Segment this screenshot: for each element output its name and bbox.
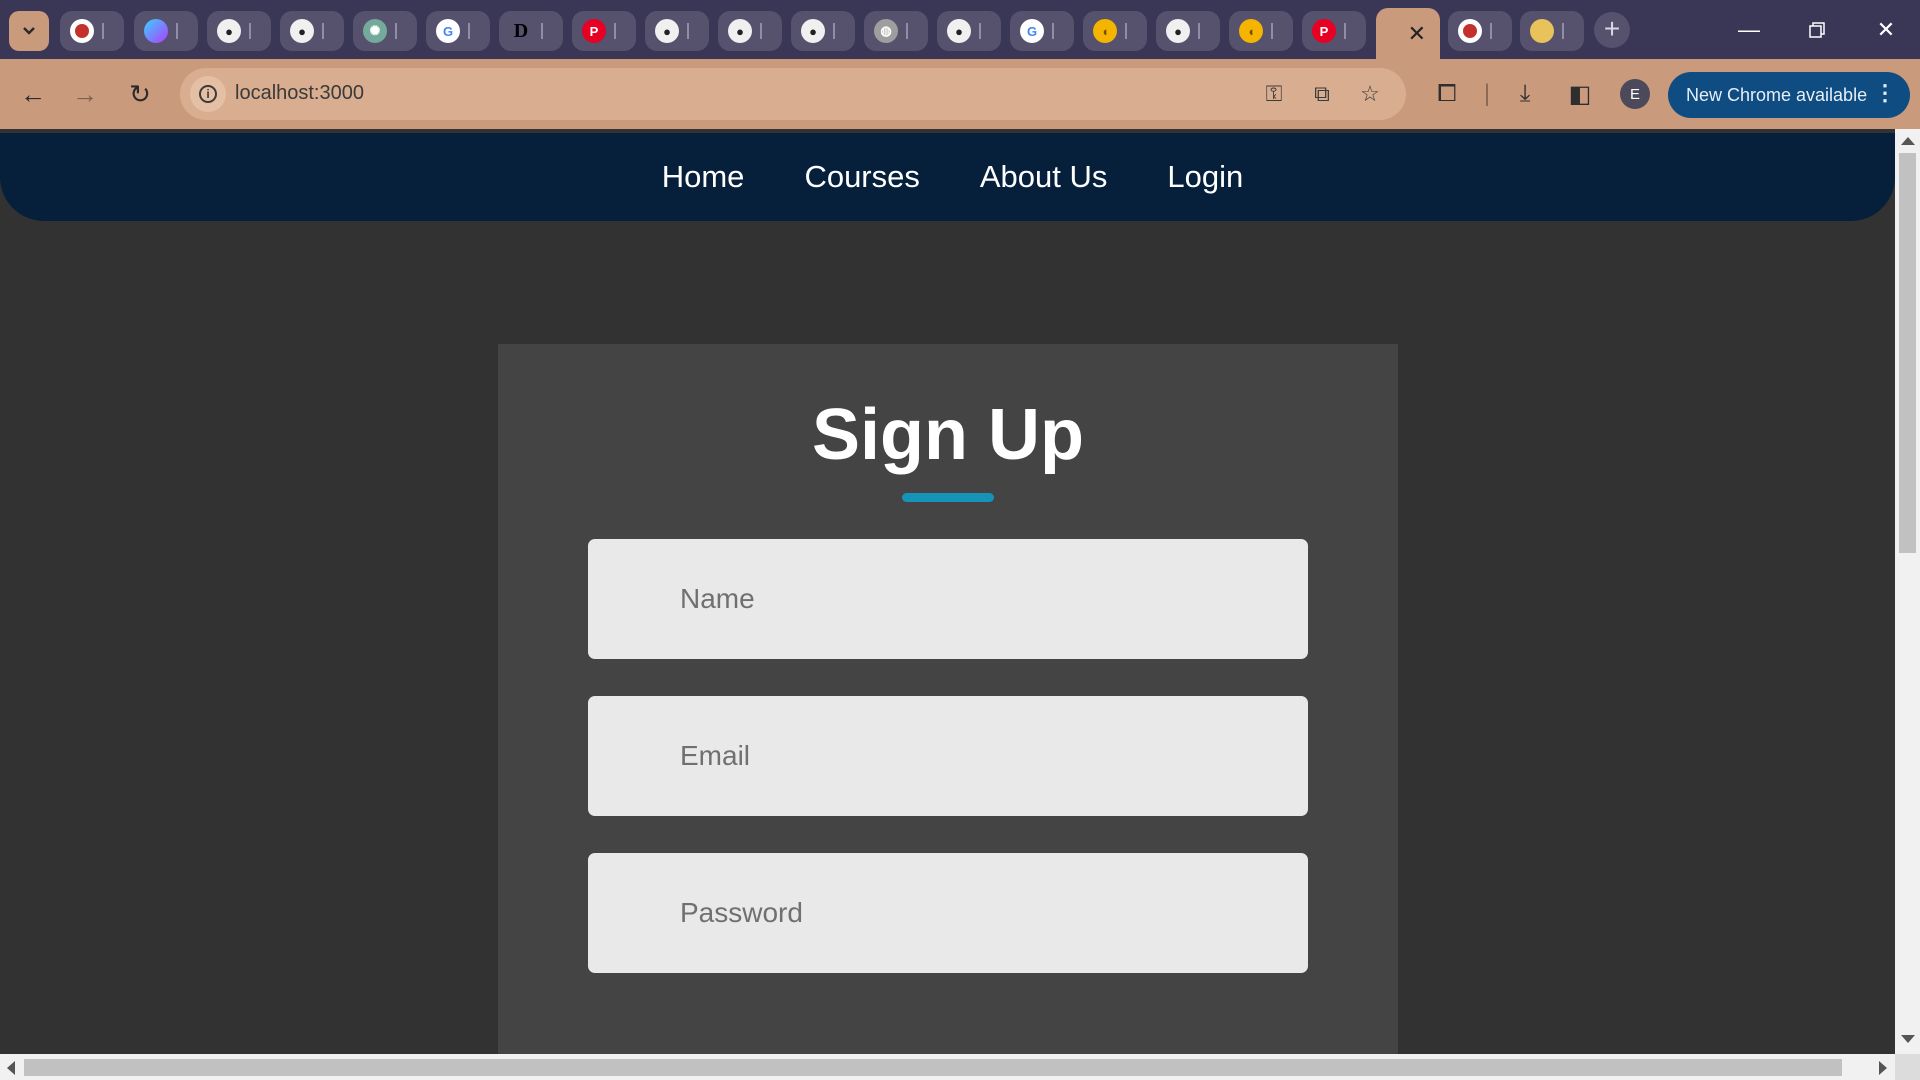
browser-tab[interactable]: ●: [937, 11, 1001, 51]
browser-tab[interactable]: ●: [207, 11, 271, 51]
close-icon[interactable]: ✕: [1408, 21, 1426, 47]
browser-tab[interactable]: D: [499, 11, 563, 51]
restore-button[interactable]: [1783, 0, 1851, 59]
shield-icon: [144, 19, 168, 43]
email-field: [588, 696, 1308, 816]
profile-avatar[interactable]: E: [1620, 79, 1650, 109]
browser-tab[interactable]: ◍: [864, 11, 928, 51]
nav-link-home[interactable]: Home: [662, 159, 745, 195]
github-icon: ●: [947, 19, 971, 43]
back-button[interactable]: ←: [14, 75, 52, 113]
browser-tab[interactable]: G: [426, 11, 490, 51]
pinterest-icon: P: [582, 19, 606, 43]
update-chrome-label: New Chrome available: [1686, 84, 1868, 105]
github-icon: ●: [1166, 19, 1190, 43]
github-icon: ●: [290, 19, 314, 43]
tab-strip: ● ● ✺ G D P ● ● ● ◍ ● G ◖ ● ◖ P ✕ + — ✕: [0, 0, 1920, 59]
youtube-icon: [75, 24, 89, 38]
reload-icon: ↻: [129, 78, 151, 109]
scroll-down-icon[interactable]: [1901, 1035, 1915, 1043]
minimize-button[interactable]: —: [1715, 0, 1783, 59]
browser-tab[interactable]: ●: [1156, 11, 1220, 51]
site-info-button[interactable]: i: [190, 76, 226, 112]
key-icon[interactable]: ⚿: [1260, 80, 1288, 108]
arrow-left-icon: ←: [20, 78, 46, 109]
signup-title: Sign Up: [812, 395, 1084, 475]
github-icon: ●: [801, 19, 825, 43]
signup-card: Sign Up: [498, 344, 1398, 1054]
github-icon: ●: [728, 19, 752, 43]
browser-tab[interactable]: ●: [645, 11, 709, 51]
globe-icon: ◍: [874, 19, 898, 43]
google-icon: G: [436, 19, 460, 43]
more-menu-icon[interactable]: ⋮: [1874, 82, 1896, 104]
page-viewport: Home Courses About Us Login Sign Up: [0, 129, 1895, 1054]
close-icon: ✕: [1876, 16, 1896, 42]
password-input[interactable]: [588, 853, 1308, 973]
extensions-icon[interactable]: ⧠: [1430, 77, 1464, 111]
browser-tab[interactable]: G: [1010, 11, 1074, 51]
duck-icon: ◖: [1093, 19, 1117, 43]
chevron-down-icon: [23, 27, 35, 35]
browser-tab[interactable]: ●: [718, 11, 782, 51]
reload-button[interactable]: ↻: [121, 75, 159, 113]
restore-icon: [1809, 21, 1825, 38]
browser-tab[interactable]: [60, 11, 124, 51]
info-icon: i: [199, 85, 217, 103]
scroll-right-icon[interactable]: [1879, 1061, 1887, 1075]
pinterest-icon: P: [1312, 19, 1336, 43]
browser-tab-active[interactable]: ✕: [1376, 8, 1440, 59]
new-tab-button[interactable]: +: [1594, 12, 1630, 48]
close-window-button[interactable]: ✕: [1852, 0, 1920, 59]
address-bar[interactable]: i localhost:3000 ⚿ ⧉ ☆: [180, 68, 1406, 120]
github-icon: ●: [217, 19, 241, 43]
password-field: [588, 853, 1308, 973]
nav-link-about-us[interactable]: About Us: [980, 159, 1108, 195]
extension-icon: [1530, 19, 1554, 43]
email-input[interactable]: [588, 696, 1308, 816]
forward-button[interactable]: →: [66, 75, 104, 113]
download-icon[interactable]: ⤓: [1508, 77, 1542, 111]
google-icon: G: [1020, 19, 1044, 43]
update-chrome-button[interactable]: New Chrome available ⋮: [1668, 72, 1910, 118]
horizontal-scrollbar[interactable]: [0, 1054, 1895, 1080]
open-external-icon[interactable]: ⧉: [1308, 80, 1336, 108]
browser-tab[interactable]: ◖: [1229, 11, 1293, 51]
nav-link-login[interactable]: Login: [1167, 159, 1243, 195]
scroll-left-icon[interactable]: [7, 1061, 15, 1075]
minimize-icon: —: [1738, 16, 1760, 42]
chatgpt-icon: ✺: [363, 19, 387, 43]
site-navbar: Home Courses About Us Login: [0, 133, 1895, 221]
scroll-up-icon[interactable]: [1901, 137, 1915, 145]
vertical-scroll-thumb[interactable]: [1899, 153, 1916, 553]
browser-tab[interactable]: P: [1302, 11, 1366, 51]
scrollbar-corner: [1895, 1054, 1920, 1080]
name-field: [588, 539, 1308, 659]
duck-icon: ◖: [1239, 19, 1263, 43]
horizontal-scroll-thumb[interactable]: [24, 1059, 1842, 1076]
browser-toolbar: ← → ↻ i localhost:3000 ⚿ ⧉ ☆ ⧠ | ⤓ ◧ E N…: [0, 59, 1920, 129]
browser-tab[interactable]: [134, 11, 198, 51]
name-input[interactable]: [588, 539, 1308, 659]
dev-icon: D: [509, 19, 533, 43]
url-text[interactable]: localhost:3000: [235, 82, 364, 105]
browser-tab[interactable]: ●: [280, 11, 344, 51]
browser-tab[interactable]: ●: [791, 11, 855, 51]
toolbar-divider: |: [1483, 80, 1491, 107]
plus-icon: +: [1603, 13, 1621, 44]
github-icon: ●: [655, 19, 679, 43]
star-icon[interactable]: ☆: [1356, 80, 1384, 108]
browser-tab[interactable]: ✺: [353, 11, 417, 51]
title-underline: [902, 493, 994, 502]
browser-tab[interactable]: [1520, 11, 1584, 51]
browser-tab[interactable]: P: [572, 11, 636, 51]
vertical-scrollbar[interactable]: [1895, 129, 1920, 1054]
nav-link-courses[interactable]: Courses: [804, 159, 919, 195]
browser-tab[interactable]: [1448, 11, 1512, 51]
browser-tab[interactable]: ◖: [1083, 11, 1147, 51]
side-panel-icon[interactable]: ◧: [1563, 77, 1597, 111]
arrow-right-icon: →: [72, 78, 98, 109]
youtube-icon: [1463, 24, 1477, 38]
tab-search-button[interactable]: [9, 11, 49, 51]
